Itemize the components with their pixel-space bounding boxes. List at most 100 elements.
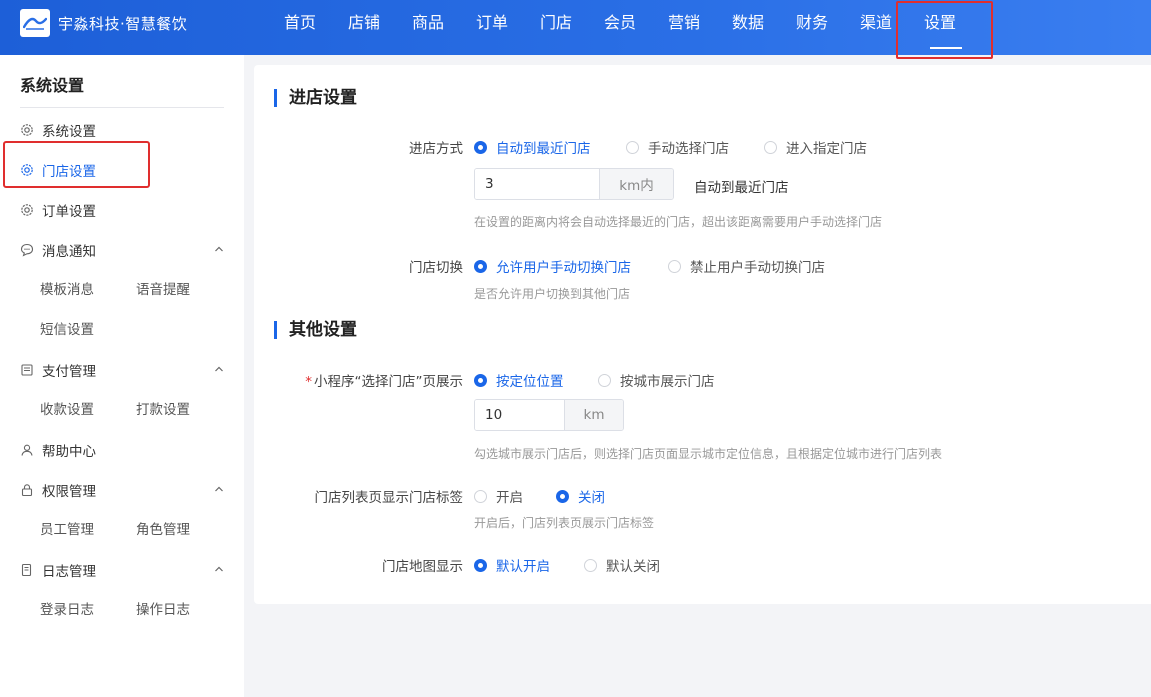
radio-dot [474,259,487,273]
main-nav: 首页 店铺 商品 订单 门店 会员 营销 数据 财务 渠道 设置 [268,0,972,55]
nav-shop[interactable]: 店铺 [332,0,396,55]
radio-dot [474,373,487,387]
wallet-icon [20,363,34,377]
radio-dot [584,558,597,572]
sidebar-sub-staff[interactable]: 员工管理 [40,518,94,538]
radio-label: 默认关闭 [606,559,660,575]
entry-distance-input[interactable] [475,169,599,199]
nav-goods[interactable]: 商品 [396,0,460,55]
tag-label: 门店列表页显示门店标签 [314,490,464,506]
sidebar: 系统设置 系统设置 门店设置 订单设置 消息通知 模板消息 语音提醒 短信设置 … [0,55,244,697]
required-mark: * [305,374,312,390]
switch-label: 门店切换 [409,260,463,276]
sidebar-sub-roles[interactable]: 角色管理 [136,518,190,538]
radio-forbid-switch[interactable]: 禁止用户手动切换门店 [668,256,825,276]
sidebar-item-label: 支付管理 [42,364,96,380]
sidebar-item-order[interactable]: 订单设置 [20,200,224,220]
nav-settings[interactable]: 设置 [908,0,972,55]
radio-dot [474,140,487,154]
sidebar-item-payment[interactable]: 支付管理 [20,360,224,380]
radio-dot [474,558,487,572]
radio-map-on[interactable]: 默认开启 [474,555,550,575]
distance-unit: km [564,400,623,430]
chevron-up-icon[interactable] [214,362,224,378]
entry-distance-after-text: 自动到最近门店 [694,180,789,196]
sidebar-item-label: 帮助中心 [42,444,96,460]
brand[interactable]: 宇淼科技·智慧餐饮 [20,9,187,37]
chevron-up-icon[interactable] [214,482,224,498]
sidebar-item-system[interactable]: 系统设置 [20,120,224,140]
log-icon [20,563,34,577]
user-icon [20,443,34,457]
nav-home[interactable]: 首页 [268,0,332,55]
sidebar-item-label: 日志管理 [42,564,96,580]
lock-icon [20,483,34,497]
radio-label: 进入指定门店 [786,141,867,157]
sidebar-item-label: 系统设置 [42,124,96,140]
mini-display-label: * 小程序“选择门店”页展示 [243,370,463,390]
nav-marketing[interactable]: 营销 [652,0,716,55]
radio-tag-on[interactable]: 开启 [474,486,523,506]
sidebar-divider [20,107,224,108]
sidebar-title: 系统设置 [20,76,85,95]
radio-label: 开启 [496,490,523,506]
radio-tag-off[interactable]: 关闭 [556,486,605,506]
nav-members[interactable]: 会员 [588,0,652,55]
sidebar-sub-login-log[interactable]: 登录日志 [40,598,94,618]
mini-distance-group: km [474,399,624,431]
radio-dot [626,140,639,154]
mini-display-label-text: 小程序“选择门店”页展示 [314,374,463,390]
sidebar-sub-template-msg[interactable]: 模板消息 [40,278,94,298]
gear-icon [20,123,34,137]
nav-channels[interactable]: 渠道 [844,0,908,55]
sidebar-item-notify[interactable]: 消息通知 [20,240,224,260]
entry-distance-group: km内 [474,168,674,200]
chat-icon [20,243,34,257]
radio-map-off[interactable]: 默认关闭 [584,555,660,575]
sidebar-item-store[interactable]: 门店设置 [20,160,224,180]
radio-label: 手动选择门店 [648,141,729,157]
nav-orders[interactable]: 订单 [460,0,524,55]
sidebar-sub-voice[interactable]: 语音提醒 [136,278,190,298]
radio-label: 关闭 [578,490,605,506]
radio-dot [764,140,777,154]
radio-dot [668,259,681,273]
radio-label: 默认开启 [496,559,550,575]
sidebar-item-permission[interactable]: 权限管理 [20,480,224,500]
tag-hint: 开启后，门店列表页展示门店标签 [474,516,655,530]
mini-display-hint: 勾选城市展示门店后，则选择门店页面显示城市定位信息，且根据定位城市进行门店列表 [474,447,943,461]
sidebar-item-label: 订单设置 [42,204,96,220]
sidebar-sub-payout[interactable]: 打款设置 [136,398,190,418]
radio-by-city[interactable]: 按城市展示门店 [598,370,715,390]
sidebar-item-label: 权限管理 [42,484,96,500]
sidebar-sub-receipt[interactable]: 收款设置 [40,398,94,418]
radio-label: 按定位位置 [496,374,564,390]
sidebar-item-label: 消息通知 [42,244,96,260]
switch-hint: 是否允许用户切换到其他门店 [474,287,631,301]
radio-dot [474,489,487,503]
radio-allow-switch[interactable]: 允许用户手动切换门店 [474,256,631,276]
sidebar-item-logs[interactable]: 日志管理 [20,560,224,580]
radio-manual-select[interactable]: 手动选择门店 [626,137,729,157]
sidebar-item-help[interactable]: 帮助中心 [20,440,224,460]
entry-mode-label: 进店方式 [409,141,463,157]
sidebar-sub-sms[interactable]: 短信设置 [40,318,94,338]
top-bar: 宇淼科技·智慧餐饮 首页 店铺 商品 订单 门店 会员 营销 数据 财务 渠道 … [0,0,1151,55]
radio-auto-nearest[interactable]: 自动到最近门店 [474,137,591,157]
nav-finance[interactable]: 财务 [780,0,844,55]
radio-specified-store[interactable]: 进入指定门店 [764,137,867,157]
nav-stores[interactable]: 门店 [524,0,588,55]
chevron-up-icon[interactable] [214,242,224,258]
radio-label: 按城市展示门店 [620,374,715,390]
radio-label: 禁止用户手动切换门店 [690,260,825,276]
mini-distance-input[interactable] [475,400,564,430]
entry-mode-hint: 在设置的距离内将会自动选择最近的门店，超出该距离需要用户手动选择门店 [474,215,883,229]
logo-icon [20,9,50,37]
gear-icon [20,163,34,177]
nav-data[interactable]: 数据 [716,0,780,55]
chevron-up-icon[interactable] [214,562,224,578]
radio-by-location[interactable]: 按定位位置 [474,370,564,390]
sidebar-item-label: 门店设置 [42,164,96,180]
radio-dot [598,373,611,387]
sidebar-sub-op-log[interactable]: 操作日志 [136,598,190,618]
